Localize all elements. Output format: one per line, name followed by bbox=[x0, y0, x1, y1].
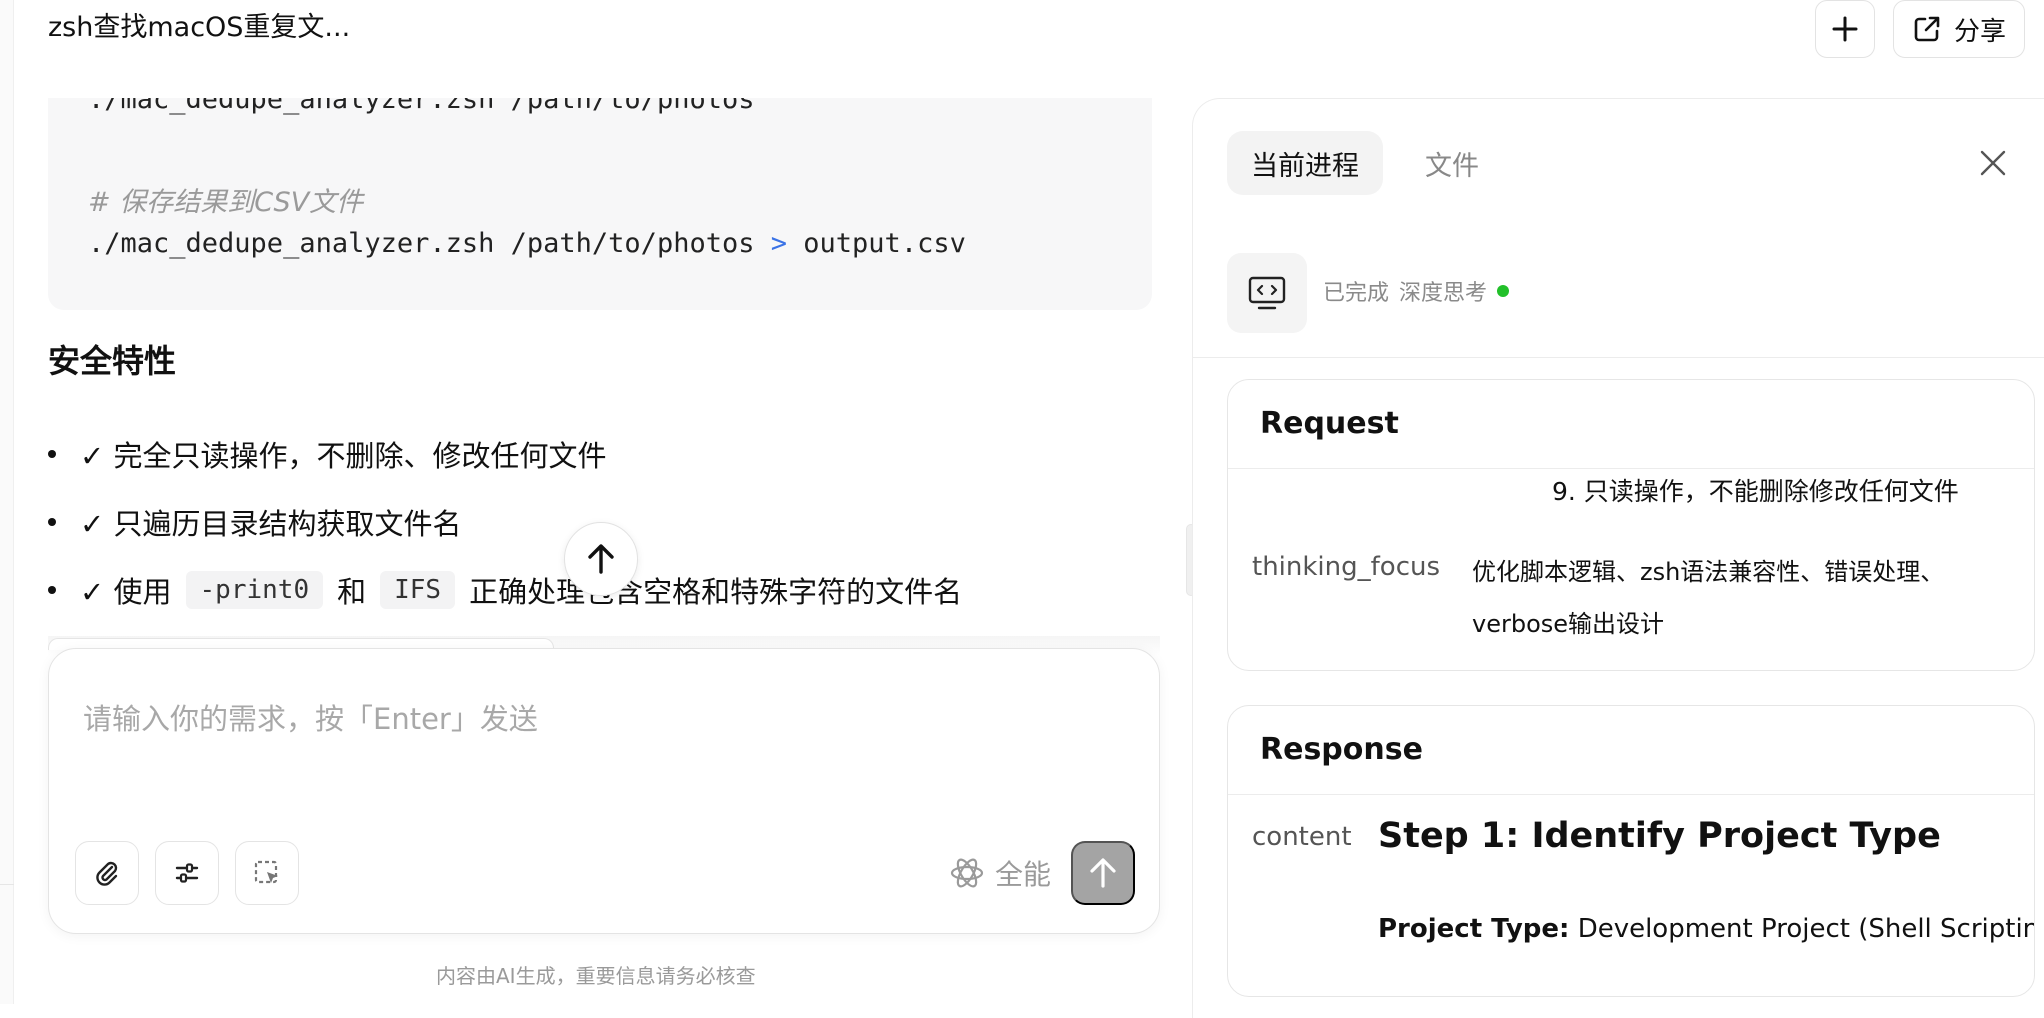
screen-select-button[interactable] bbox=[235, 841, 299, 905]
sliders-icon bbox=[175, 863, 199, 883]
status-icon-box bbox=[1227, 253, 1307, 333]
status-label: 深度思考 bbox=[1399, 281, 1488, 306]
list-item-text: 和 bbox=[337, 575, 367, 609]
status-dot bbox=[1497, 285, 1510, 297]
code-line: ./mac_dedupe_analyzer.zsh /path/to/photo… bbox=[88, 228, 966, 259]
request-list-item: 9. 只读操作，不能删除修改任何文件 bbox=[1552, 477, 1959, 506]
divider bbox=[1228, 468, 2034, 469]
mode-label: 全能 bbox=[995, 858, 1052, 891]
response-card: Response content Step 1: Identify Projec… bbox=[1227, 705, 2035, 997]
request-value: 优化脚本逻辑、zsh语法兼容性、错误处理、verbose输出设计 bbox=[1472, 558, 1945, 638]
request-title: Request bbox=[1260, 406, 1399, 441]
close-panel-button[interactable] bbox=[1973, 143, 2013, 183]
arrow-up-icon bbox=[1090, 858, 1116, 888]
list-item-text: ✓ 使用 bbox=[80, 575, 172, 609]
chat-input-box: 全能 bbox=[48, 648, 1160, 934]
status-state: 已完成 bbox=[1323, 281, 1390, 306]
response-line-value: Development Project (Shell Scripting/C bbox=[1577, 914, 2035, 944]
plus-icon bbox=[1832, 16, 1858, 42]
response-key: content bbox=[1252, 822, 1352, 852]
attach-button[interactable] bbox=[75, 841, 139, 905]
divider bbox=[1228, 794, 2034, 795]
list-item-text: ✓ 只遍历目录结构获取文件名 bbox=[80, 507, 462, 541]
tab-files[interactable]: 文件 bbox=[1407, 131, 1497, 195]
inline-code: IFS bbox=[380, 571, 456, 609]
scroll-to-top-button[interactable] bbox=[564, 522, 638, 596]
share-icon bbox=[1914, 16, 1940, 42]
ai-disclaimer: 内容由AI生成，重要信息请务必核查 bbox=[436, 964, 756, 988]
close-icon bbox=[1980, 150, 2006, 176]
code-comment: # 保存结果到CSV文件 bbox=[88, 187, 364, 218]
mode-toggle[interactable]: 全能 bbox=[943, 843, 1057, 903]
request-card: Request 9. 只读操作，不能删除修改任何文件 thinking_focu… bbox=[1227, 379, 2035, 671]
send-button[interactable] bbox=[1071, 841, 1135, 905]
paperclip-icon bbox=[96, 861, 118, 886]
response-line-label: Project Type: bbox=[1378, 914, 1570, 944]
code-target: output.csv bbox=[803, 228, 966, 259]
code-line: ./mac_dedupe_analyzer.zsh /path/to/photo… bbox=[88, 98, 755, 115]
arrow-up-icon bbox=[588, 544, 614, 574]
inline-code: -print0 bbox=[185, 571, 324, 609]
response-line: Project Type: Development Project (Shell… bbox=[1378, 914, 2035, 944]
conversation-title: zsh查找macOS重复文... bbox=[48, 12, 351, 43]
process-panel: 当前进程 文件 已完成 深度思考 Request 9. 只读操作，不能删除修改任… bbox=[1192, 98, 2044, 1018]
request-key: thinking_focus bbox=[1252, 552, 1441, 582]
share-button[interactable]: 分享 bbox=[1893, 0, 2025, 58]
response-heading: Step 1: Identify Project Type bbox=[1378, 816, 1941, 856]
share-label: 分享 bbox=[1953, 16, 2006, 47]
left-gutter bbox=[0, 0, 14, 1004]
list-item: ✓ 完全只读操作，不删除、修改任何文件 bbox=[48, 420, 1148, 488]
code-operator: > bbox=[770, 228, 788, 259]
response-title: Response bbox=[1260, 732, 1423, 767]
code-block: ./mac_dedupe_analyzer.zsh /path/to/photo… bbox=[48, 98, 1152, 310]
code-monitor-icon bbox=[1248, 276, 1286, 310]
new-chat-button[interactable] bbox=[1815, 0, 1875, 58]
atom-icon bbox=[950, 858, 984, 888]
settings-button[interactable] bbox=[155, 841, 219, 905]
selection-cursor-icon bbox=[254, 860, 278, 884]
status-text: 已完成 深度思考 bbox=[1323, 275, 1510, 307]
divider bbox=[1193, 357, 2044, 358]
tab-current-progress[interactable]: 当前进程 bbox=[1227, 131, 1383, 195]
section-heading: 安全特性 bbox=[48, 342, 177, 380]
prompt-input[interactable] bbox=[81, 689, 1121, 749]
list-item-text: 正确处理包含空格和特殊字符的文件名 bbox=[469, 575, 963, 609]
code-command: ./mac_dedupe_analyzer.zsh /path/to/photo… bbox=[88, 228, 755, 259]
list-item-text: ✓ 完全只读操作，不删除、修改任何文件 bbox=[80, 439, 607, 473]
